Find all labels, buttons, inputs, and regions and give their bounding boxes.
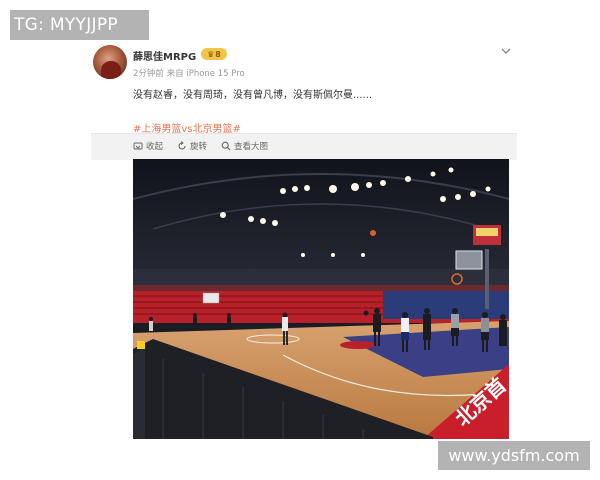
author-avatar[interactable] <box>93 45 127 79</box>
post-source: 来自 iPhone 15 Pro <box>166 69 245 79</box>
image-action-bar: 收起 旋转 查看大图 <box>91 133 517 160</box>
favorite-label: 收起 <box>146 142 164 152</box>
arena-photo-image: 北京首 <box>133 159 509 439</box>
more-chevron-icon[interactable] <box>499 44 513 58</box>
favorite-icon <box>133 142 143 150</box>
vip-level: 8 <box>215 49 221 59</box>
zoom-icon <box>221 141 231 151</box>
post-text: 没有赵睿，没有周琦，没有曾凡博，没有斯佩尔曼...... <box>133 90 373 101</box>
arena-photo[interactable]: 北京首 <box>133 159 509 439</box>
rotate-label: 旋转 <box>190 142 208 152</box>
rotate-icon <box>178 141 186 150</box>
favorite-button[interactable]: 收起 <box>133 140 163 152</box>
vip-badge: ♛ 8 <box>201 48 227 60</box>
crown-icon: ♛ <box>207 49 215 59</box>
post-time: 2分钟前 <box>133 69 164 79</box>
view-large-label: 查看大图 <box>234 142 269 152</box>
tg-watermark: TG: MYYJJPP <box>10 10 149 40</box>
post-meta: 2分钟前 来自 iPhone 15 Pro <box>133 67 245 79</box>
weibo-post-card: 薛思佳MRPG ♛ 8 2分钟前 来自 iPhone 15 Pro 没有赵睿，没… <box>91 40 517 440</box>
rotate-button[interactable]: 旋转 <box>177 140 207 152</box>
author-name[interactable]: 薛思佳MRPG <box>133 48 196 63</box>
view-large-button[interactable]: 查看大图 <box>221 140 268 152</box>
site-watermark: www.ydsfm.com <box>438 441 590 470</box>
